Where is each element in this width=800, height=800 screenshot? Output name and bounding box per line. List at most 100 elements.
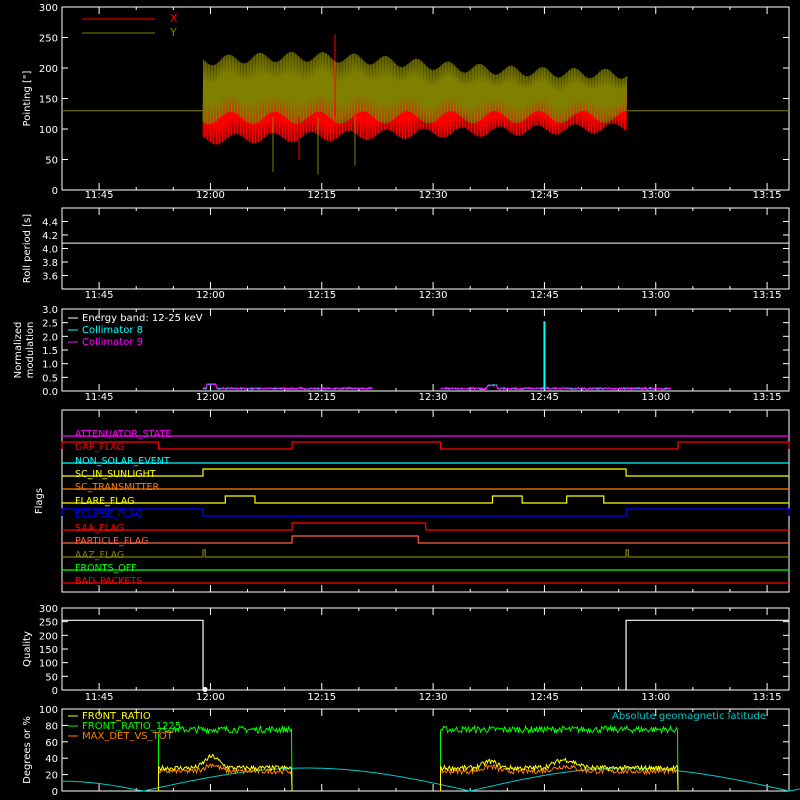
flag-label: NON_SOLAR_EVENT	[75, 456, 170, 467]
flag-label: GAP_FLAG	[75, 442, 124, 453]
y-tick-label: 250	[39, 618, 58, 629]
x-tick-label: 12:30	[419, 290, 448, 301]
flag-saa-flag-line	[62, 522, 789, 531]
x-tick-label: 12:30	[419, 392, 448, 403]
quality-marker	[202, 686, 208, 692]
flag-label: SC_TRANSMITTER	[75, 482, 160, 493]
legend-x-label: X	[170, 12, 178, 25]
y-tick-label: 40	[45, 754, 58, 765]
flag-label: ATTENUATOR_STATE	[75, 429, 171, 440]
y-tick-label: 150	[39, 95, 58, 106]
y-tick-label: 50	[45, 672, 58, 683]
y-tick-label: 0	[52, 787, 58, 798]
y-tick-label: 100	[39, 125, 58, 136]
x-tick-label: 12:30	[419, 190, 448, 201]
y-tick-label: 3.8	[42, 258, 58, 269]
y-tick-label: 150	[39, 645, 58, 656]
flag-aaz-flag-line	[62, 549, 789, 558]
x-tick-label: 13:00	[641, 392, 670, 403]
y-tick-label: 2.0	[42, 332, 58, 343]
y-tick-label: 2.5	[42, 319, 58, 330]
y-tick-label: 4.4	[42, 218, 58, 229]
x-tick-label: 11:45	[85, 290, 114, 301]
legend-y-label: Y	[169, 26, 177, 39]
x-tick-label: 12:15	[307, 392, 336, 403]
x-tick-label: 13:15	[753, 692, 782, 703]
y-axis-label: Roll period [s]	[22, 214, 33, 283]
panel-frame-roll	[61, 207, 790, 290]
quality-line	[62, 619, 204, 690]
x-tick-label: 12:00	[196, 392, 225, 403]
legend-geomagnetic-latitude: Absolute geomagnetic latitude	[612, 711, 766, 722]
y-tick-label: 200	[39, 631, 58, 642]
y-tick-label: 50	[45, 156, 58, 167]
x-tick-label: 12:15	[307, 290, 336, 301]
flag-sc-in-sunlight-line	[62, 468, 789, 477]
y-tick-label: 3.0	[42, 305, 58, 316]
y-tick-label: 1.5	[42, 346, 58, 357]
ratio-front-ratio-line	[440, 757, 679, 792]
flag-flare-flag-line	[62, 495, 789, 504]
y-tick-label: 1.0	[42, 360, 58, 371]
ratio-front-ratio-line	[157, 753, 293, 792]
flag-particle-flag-line	[62, 535, 789, 544]
y-axis-label-line1: Normalized	[13, 322, 24, 379]
x-tick-label: 12:15	[307, 190, 336, 201]
x-tick-label: 12:15	[307, 692, 336, 703]
x-tick-label: 12:45	[530, 692, 559, 703]
modulation-c9-line	[440, 383, 671, 391]
legend-collimator-8: Collimator 8	[82, 325, 143, 336]
x-tick-label: 13:15	[753, 290, 782, 301]
x-tick-label: 11:45	[85, 190, 114, 201]
ratio-front-ratio-1225-line	[157, 724, 293, 792]
y-tick-label: 0	[52, 186, 58, 197]
y-tick-label: 0.0	[42, 387, 58, 398]
flag-label: SAA_FLAG	[75, 523, 124, 534]
x-tick-label: 13:15	[753, 392, 782, 403]
x-tick-label: 12:45	[530, 290, 559, 301]
flag-label: SC_IN_SUNLIGHT	[75, 469, 156, 480]
legend-collimator-9: Collimator 9	[82, 337, 143, 348]
legend-max-det-vs-tot: MAX_DET_VS_TOT	[82, 731, 174, 742]
x-tick-label: 12:00	[196, 692, 225, 703]
y-tick-label: 250	[39, 34, 58, 45]
y-tick-label: 80	[45, 721, 58, 732]
y-tick-label: 3.6	[42, 272, 58, 283]
flag-label: ECLIPSE_FLAG	[75, 509, 143, 520]
y-axis-label-line2: modulation	[25, 322, 36, 379]
y-tick-label: 0	[52, 686, 58, 697]
y-tick-label: 4.0	[42, 245, 58, 256]
y-tick-label: 0.5	[42, 373, 58, 384]
flag-label: FRONTS_OFF	[75, 563, 137, 574]
flag-gap-flag-line	[61, 441, 790, 450]
y-tick-label: 100	[39, 705, 58, 716]
figure: 11:45 12:00 12:15 12:30 12:45 13:00 13:15 11:45…	[13, 3, 800, 798]
x-tick-label: 13:00	[641, 190, 670, 201]
ratio-front-ratio-1225-line	[440, 724, 679, 792]
x-tick-label: 13:00	[641, 692, 670, 703]
flag-eclipse-flag-line	[61, 508, 790, 517]
y-tick-label: 300	[39, 3, 58, 14]
y-tick-label: 4.2	[42, 231, 58, 242]
flag-label: AAZ_FLAG	[75, 550, 124, 561]
y-tick-label: 60	[45, 738, 58, 749]
quality-line	[625, 619, 789, 690]
y-axis-label: Quality	[22, 631, 33, 667]
y-tick-label: 300	[39, 604, 58, 615]
legend-energy-band: Energy band: 12-25 keV	[82, 313, 203, 324]
x-tick-label: 12:45	[530, 392, 559, 403]
y-axis-label: Flags	[34, 488, 45, 514]
x-tick-label: 12:45	[530, 190, 559, 201]
flag-label: BAD_PACKETS	[75, 576, 142, 587]
y-tick-label: 200	[39, 64, 58, 75]
x-tick-label: 13:00	[641, 290, 670, 301]
x-tick-label: 11:45	[85, 392, 114, 403]
x-tick-label: 12:00	[196, 190, 225, 201]
y-tick-label: 100	[39, 659, 58, 670]
x-tick-label: 12:30	[419, 692, 448, 703]
x-tick-label: 11:45	[85, 692, 114, 703]
x-tick-label: 12:00	[196, 290, 225, 301]
x-tick-label: 13:15	[753, 190, 782, 201]
flag-label: PARTICLE_FLAG	[75, 536, 148, 547]
flag-label: FLARE_FLAG	[75, 496, 135, 507]
